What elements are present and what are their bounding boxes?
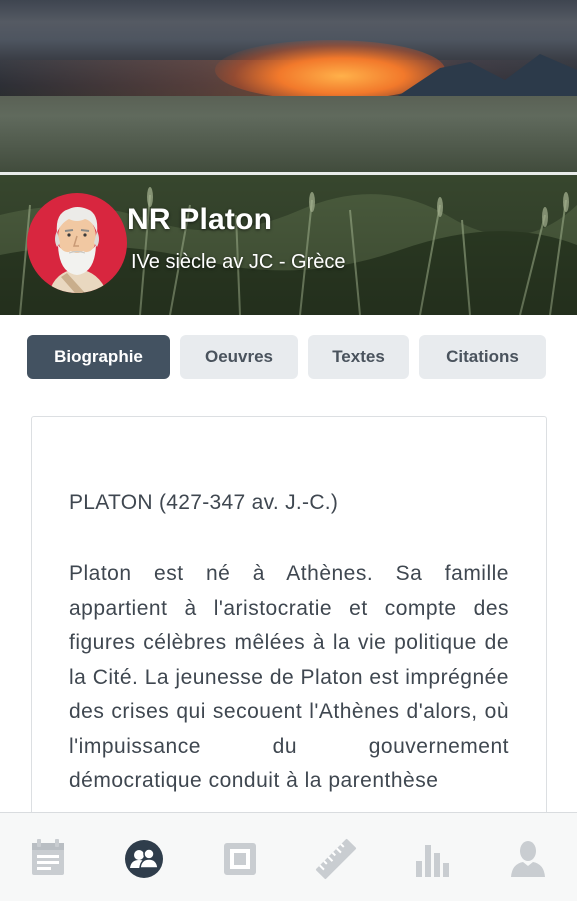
bar-chart-icon — [416, 845, 449, 877]
nav-calendar[interactable] — [24, 835, 72, 883]
square-frame-icon — [224, 843, 256, 875]
nav-profile[interactable] — [504, 835, 552, 883]
calendar-icon — [32, 839, 64, 875]
ruler-icon — [315, 838, 357, 880]
tab-bar: Biographie Oeuvres Textes Citations — [0, 335, 577, 381]
biography-heading: PLATON (427-347 av. J.-C.) — [69, 491, 339, 514]
nav-ruler[interactable] — [312, 835, 360, 883]
tab-biographie[interactable]: Biographie — [27, 335, 170, 379]
tab-oeuvres[interactable]: Oeuvres — [180, 335, 298, 379]
tab-textes[interactable]: Textes — [308, 335, 409, 379]
people-icon — [125, 840, 163, 878]
user-icon — [511, 841, 545, 877]
nav-stats[interactable] — [408, 835, 456, 883]
philosopher-portrait-icon — [49, 207, 107, 293]
avatar[interactable] — [27, 193, 127, 293]
bottom-nav — [0, 812, 577, 901]
landscape-plain — [0, 96, 577, 176]
nav-people[interactable] — [120, 835, 168, 883]
page-title: NR Platon — [127, 203, 273, 236]
page-subtitle: IVe siècle av JC - Grèce — [131, 251, 346, 273]
nav-frame[interactable] — [216, 835, 264, 883]
biography-card[interactable]: PLATON (427-347 av. J.-C.) Platon est né… — [31, 416, 547, 838]
biography-text: Platon est né à Athènes. Sa famille appa… — [69, 562, 509, 792]
tab-citations[interactable]: Citations — [419, 335, 546, 379]
